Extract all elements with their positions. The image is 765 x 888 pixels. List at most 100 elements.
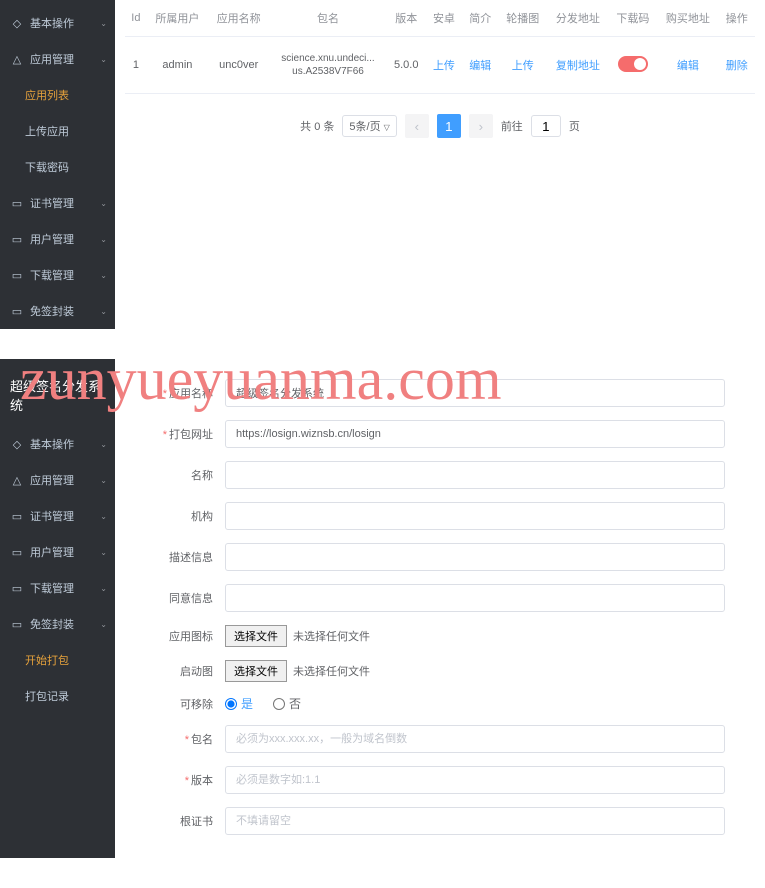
txt-icon-file: 未选择任何文件 [293, 628, 370, 644]
cell-op[interactable]: 删除 [719, 37, 755, 94]
menu-label: 打包记录 [25, 688, 69, 704]
page-next[interactable]: › [469, 114, 493, 138]
user2-icon: ▭ [10, 545, 24, 559]
input-version[interactable] [225, 766, 725, 794]
menu-item[interactable]: 上传应用 [0, 113, 115, 149]
user-icon: ◇ [10, 437, 24, 451]
menu-item[interactable]: ▭下载管理⌄ [0, 570, 115, 606]
menu-item[interactable]: ▭ 用户管理 ⌄ [0, 534, 115, 570]
menu-item[interactable]: ▭下载管理⌄ [0, 257, 115, 293]
system-title: 超级签名分发系统 [0, 364, 115, 426]
menu-item[interactable]: ▭免签封装⌄ [0, 606, 115, 642]
cell-intro[interactable]: 编辑 [462, 37, 498, 94]
menu-item[interactable]: ▭免签封装⌄ [0, 293, 115, 329]
menu-item[interactable]: 打包记录 [0, 678, 115, 714]
package-form: 应用名称 打包网址 名称 机构 描述信息 同意信息 应用图标选择文件未选择任何文… [125, 359, 755, 858]
menu-item[interactable]: ◇基本操作⌄ [0, 5, 115, 41]
input-pack-url[interactable] [225, 420, 725, 448]
chevron-down-icon: ⌄ [100, 235, 107, 244]
input-root-cert[interactable] [225, 807, 725, 835]
radio-yes[interactable]: 是 [225, 695, 253, 712]
table-row: 1 admin unc0ver science.xnu.undeci...us.… [125, 37, 755, 94]
label-org: 机构 [155, 508, 225, 524]
chevron-down-icon: ⌄ [100, 476, 107, 485]
menu-label: 免签封装 [30, 616, 74, 632]
main-2: 应用名称 打包网址 名称 机构 描述信息 同意信息 应用图标选择文件未选择任何文… [115, 359, 765, 858]
input-app-name[interactable] [225, 379, 725, 407]
goto-input[interactable] [531, 115, 561, 137]
menu-label: 下载密码 [25, 159, 69, 175]
user2-icon: ▭ [10, 232, 24, 246]
label-pack-url: 打包网址 [155, 426, 225, 442]
menu-label: 应用管理 [30, 472, 74, 488]
table-header: 应用名称 [208, 0, 269, 37]
page-prev[interactable]: ‹ [405, 114, 429, 138]
menu-item[interactable]: ▭证书管理⌄ [0, 185, 115, 221]
table-header: Id [125, 0, 147, 37]
menu-item[interactable]: ▭用户管理⌄ [0, 221, 115, 257]
input-org[interactable] [225, 502, 725, 530]
chevron-down-icon: ⌄ [100, 19, 107, 28]
label-removable: 可移除 [155, 696, 225, 712]
table-header: 包名 [269, 0, 386, 37]
chevron-down-icon: ⌄ [100, 199, 107, 208]
table-header: 操作 [719, 0, 755, 37]
menu-label: 下载管理 [30, 267, 74, 283]
chevron-down-icon: ⌄ [100, 512, 107, 521]
radio-no[interactable]: 否 [273, 695, 301, 712]
page-size-select[interactable]: 5条/页 ▽ [342, 115, 396, 137]
chevron-down-icon: ⌄ [100, 620, 107, 629]
sidebar-1: ◇基本操作⌄△应用管理⌄应用列表上传应用下载密码▭证书管理⌄▭用户管理⌄▭下载管… [0, 0, 115, 329]
btn-choose-launch[interactable]: 选择文件 [225, 660, 287, 682]
main-1: Id所属用户应用名称包名版本安卓简介轮播图分发地址下载码购买地址操作 1 adm… [115, 0, 765, 329]
cloud-icon: △ [10, 52, 24, 66]
menu-item[interactable]: 开始打包 [0, 642, 115, 678]
goto-label: 前往 [501, 118, 523, 134]
page-unit: 页 [569, 118, 580, 134]
chevron-down-icon: ⌄ [100, 55, 107, 64]
chevron-down-icon: ⌄ [100, 440, 107, 449]
menu-label: 下载管理 [30, 580, 74, 596]
sidebar-2: 超级签名分发系统 ◇基本操作⌄△应用管理⌄▭证书管理⌄▭用户管理⌄▭下载管理⌄▭… [0, 359, 115, 858]
page-current[interactable]: 1 [437, 114, 461, 138]
chevron-down-icon: ⌄ [100, 307, 107, 316]
menu-label: 用户管理 [30, 544, 74, 560]
package-icon: ▭ [10, 304, 24, 318]
pagination: 共 0 条 5条/页 ▽ ‹ 1 › 前往 页 [125, 114, 755, 138]
label-version: 版本 [155, 772, 225, 788]
page-total: 共 0 条 [300, 118, 334, 134]
input-name[interactable] [225, 461, 725, 489]
menu-item[interactable]: △ 应用管理 ⌄ [0, 462, 115, 498]
table-header: 安卓 [426, 0, 462, 37]
download-icon: ▭ [10, 581, 24, 595]
menu-item[interactable]: ▭ 证书管理 ⌄ [0, 498, 115, 534]
cell-ver: 5.0.0 [387, 37, 426, 94]
menu-item[interactable]: 下载密码 [0, 149, 115, 185]
table-header: 分发地址 [547, 0, 608, 37]
table-header: 下载码 [608, 0, 657, 37]
chevron-down-icon: ⌄ [100, 548, 107, 557]
section-package: 超级签名分发系统 ◇基本操作⌄△应用管理⌄▭证书管理⌄▭用户管理⌄▭下载管理⌄▭… [0, 359, 765, 858]
cell-android[interactable]: 上传 [426, 37, 462, 94]
table-header: 购买地址 [657, 0, 718, 37]
radio-removable: 是 否 [225, 695, 301, 712]
cell-carousel[interactable]: 上传 [498, 37, 547, 94]
cert-icon: ▭ [10, 509, 24, 523]
cell-code[interactable] [608, 37, 657, 94]
cloud-icon: △ [10, 473, 24, 487]
input-agree[interactable] [225, 584, 725, 612]
menu-label: 基本操作 [30, 15, 74, 31]
label-pkg-name: 包名 [155, 731, 225, 747]
menu-item[interactable]: △应用管理⌄ [0, 41, 115, 77]
menu-label: 证书管理 [30, 508, 74, 524]
cell-dist[interactable]: 复制地址 [547, 37, 608, 94]
menu-item[interactable]: 应用列表 [0, 77, 115, 113]
input-desc[interactable] [225, 543, 725, 571]
table-header: 版本 [387, 0, 426, 37]
input-pkg-name[interactable] [225, 725, 725, 753]
cell-buy[interactable]: 编辑 [657, 37, 718, 94]
btn-choose-icon[interactable]: 选择文件 [225, 625, 287, 647]
label-name: 名称 [155, 467, 225, 483]
menu-item[interactable]: ◇基本操作⌄ [0, 426, 115, 462]
label-launch-img: 启动图 [155, 663, 225, 679]
